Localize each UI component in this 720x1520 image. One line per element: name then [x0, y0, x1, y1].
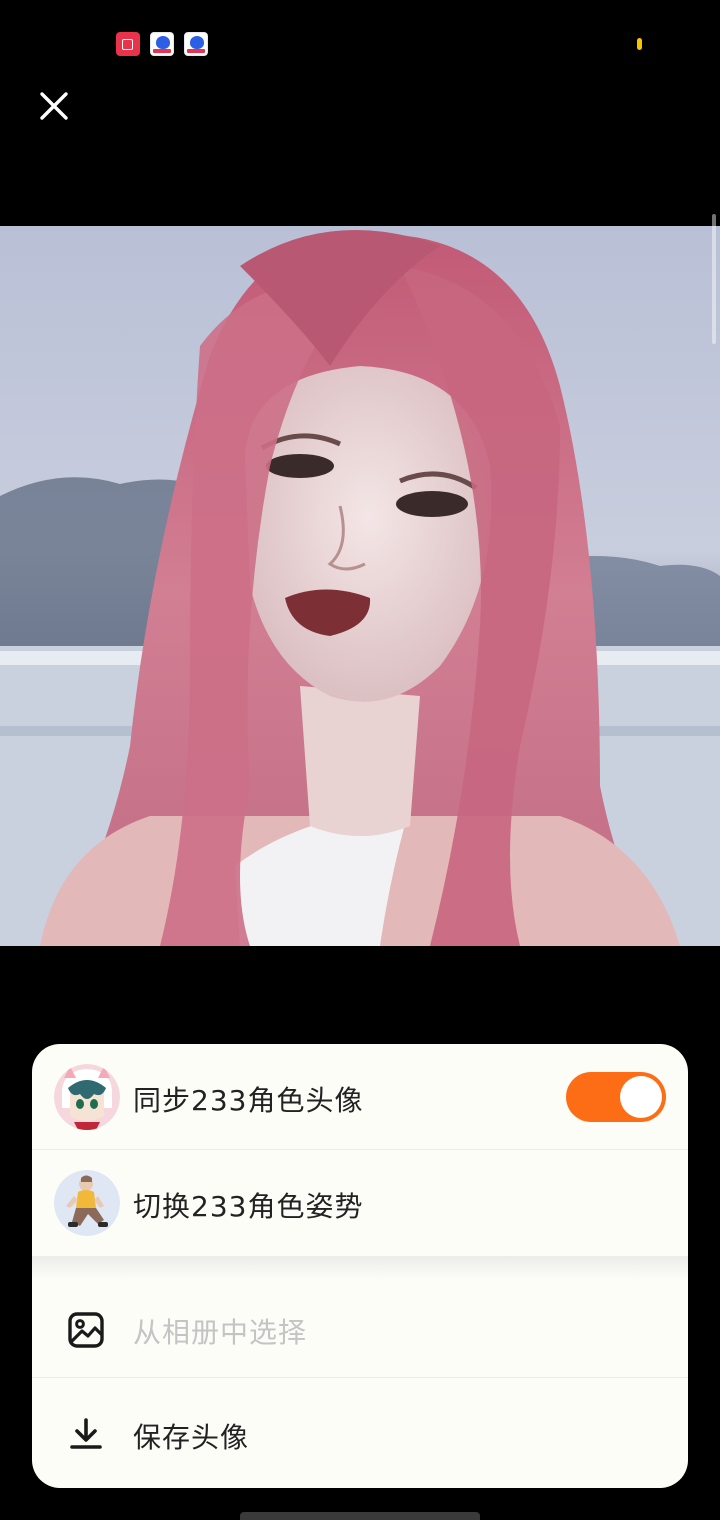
- screen-record-icon: [116, 32, 140, 56]
- scroll-indicator: [712, 214, 716, 344]
- sync-avatar-row[interactable]: 同步233角色头像: [32, 1044, 688, 1150]
- character-avatar-head: [54, 1064, 120, 1130]
- save-avatar-row[interactable]: 保存头像: [32, 1378, 688, 1488]
- switch-pose-label: 切换233角色姿势: [133, 1190, 364, 1223]
- baidu-app-icon: [184, 32, 208, 56]
- download-icon: [66, 1414, 106, 1454]
- character-head-icon: [54, 1064, 120, 1130]
- choose-from-album-label: 从相册中选择: [133, 1316, 308, 1349]
- status-bar: [0, 0, 720, 80]
- profile-photo-image: [0, 226, 720, 946]
- sync-avatar-toggle[interactable]: [566, 1072, 666, 1122]
- avatar-action-sheet: 同步233角色头像 切换233角色姿势 从相册中选择 保存头像: [32, 1044, 688, 1488]
- character-pose-icon: [54, 1170, 120, 1236]
- close-button[interactable]: [32, 84, 76, 128]
- section-divider: [32, 1256, 688, 1280]
- switch-pose-row[interactable]: 切换233角色姿势: [32, 1150, 688, 1256]
- close-icon: [40, 92, 68, 120]
- baidu-app-icon: [150, 32, 174, 56]
- image-icon: [66, 1310, 106, 1350]
- profile-photo: [0, 226, 720, 946]
- toggle-knob: [620, 1076, 662, 1118]
- avatar-preview-screen: 同步233角色头像 切换233角色姿势 从相册中选择 保存头像: [0, 0, 720, 1520]
- character-avatar-pose: [54, 1170, 120, 1236]
- privacy-indicator-icon: [637, 38, 642, 50]
- choose-from-album-row[interactable]: 从相册中选择: [32, 1280, 688, 1378]
- sync-avatar-label: 同步233角色头像: [133, 1084, 364, 1117]
- home-indicator[interactable]: [240, 1512, 480, 1520]
- save-avatar-label: 保存头像: [133, 1421, 250, 1454]
